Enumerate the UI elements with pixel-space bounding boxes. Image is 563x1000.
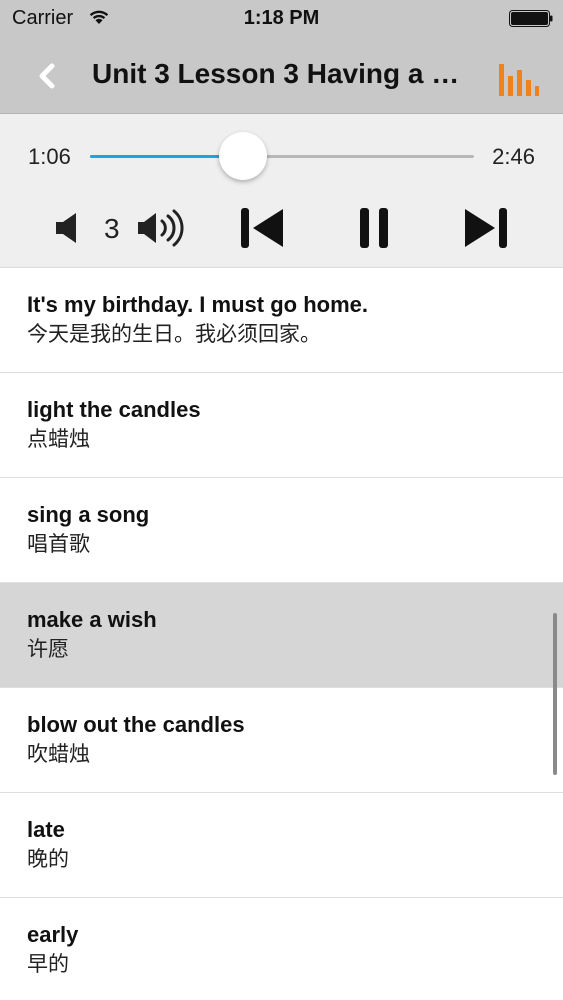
bar-chart-icon	[499, 64, 539, 96]
nav-bar: Unit 3 Lesson 3 Having a birthday party	[0, 38, 563, 114]
pause-icon	[360, 208, 388, 248]
chevron-left-icon	[39, 63, 55, 89]
item-english: light the candles	[27, 397, 201, 422]
elapsed-time: 1:06	[28, 144, 71, 169]
page-title: Unit 3 Lesson 3 Having a birthday party	[92, 58, 472, 89]
vocabulary-list[interactable]: It's my birthday. I must go home. 今天是我的生…	[0, 268, 563, 1000]
list-scrollbar[interactable]	[553, 613, 557, 775]
list-item[interactable]: light the candles 点蜡烛	[0, 373, 563, 478]
back-button[interactable]	[28, 54, 68, 98]
volume-down-button[interactable]	[54, 210, 84, 246]
audio-player: 1:06 2:46 3	[0, 114, 563, 268]
battery-icon	[509, 10, 553, 27]
next-track-button[interactable]	[462, 206, 510, 250]
item-chinese: 点蜡烛	[27, 428, 90, 451]
previous-track-button[interactable]	[238, 206, 286, 250]
item-english: make a wish	[27, 607, 157, 632]
volume-up-icon	[138, 209, 184, 247]
volume-level: 3	[104, 213, 120, 244]
item-english: late	[27, 817, 65, 842]
progress-slider[interactable]	[90, 132, 474, 180]
item-chinese: 晚的	[27, 848, 69, 871]
total-time: 2:46	[492, 144, 535, 169]
list-item[interactable]: early 早的	[0, 898, 563, 1000]
item-chinese: 唱首歌	[27, 533, 90, 556]
list-item[interactable]: It's my birthday. I must go home. 今天是我的生…	[0, 268, 563, 373]
item-chinese: 吹蜡烛	[27, 743, 90, 766]
item-chinese: 今天是我的生日。我必须回家。	[27, 323, 321, 346]
slider-thumb[interactable]	[218, 132, 267, 180]
list-item-active[interactable]: make a wish 许愿	[0, 583, 563, 688]
item-english: early	[27, 922, 79, 947]
list-item[interactable]: late 晚的	[0, 793, 563, 898]
list-item[interactable]: sing a song 唱首歌	[0, 478, 563, 583]
status-time: 1:18 PM	[243, 7, 320, 29]
item-chinese: 许愿	[27, 638, 69, 661]
next-track-icon	[465, 208, 507, 248]
status-bar: Carrier 1:18 PM	[0, 0, 563, 38]
item-english: sing a song	[27, 502, 150, 527]
pause-button[interactable]	[356, 206, 392, 250]
item-english: It's my birthday. I must go home.	[27, 292, 368, 317]
previous-track-icon	[241, 208, 283, 248]
stats-button[interactable]	[497, 62, 541, 98]
item-chinese: 早的	[27, 953, 69, 976]
item-english: blow out the candles	[27, 712, 245, 737]
volume-down-icon	[56, 213, 76, 243]
list-item[interactable]: blow out the candles 吹蜡烛	[0, 688, 563, 793]
volume-up-button[interactable]	[136, 206, 192, 250]
